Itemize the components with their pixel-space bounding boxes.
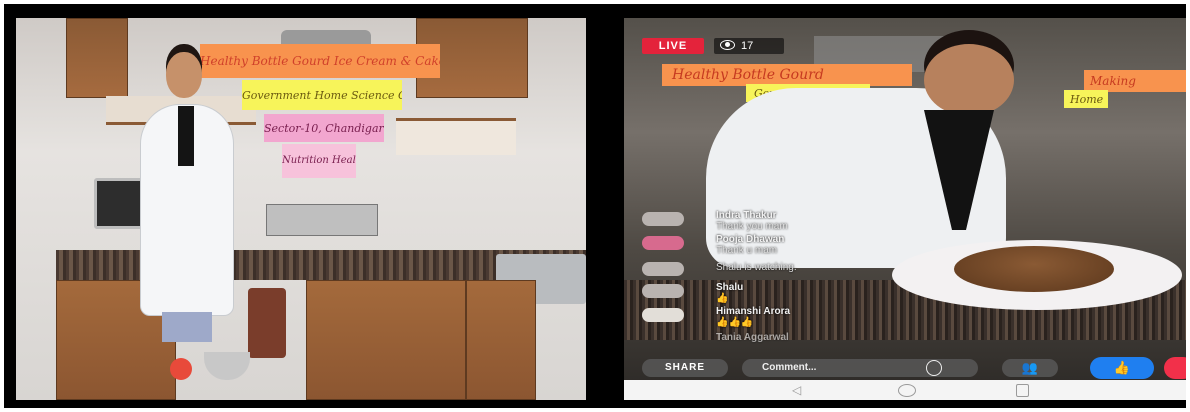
comment-text: 👍 <box>716 293 729 304</box>
presenter <box>134 42 244 342</box>
comment-text: Thank u mam <box>716 245 778 256</box>
kitchen-demo-photo: Healthy Bottle Gourd Ice Cream & Cake Ma… <box>16 18 586 400</box>
presenter-head <box>924 44 1014 116</box>
comment-item: Himanshi Arora 👍👍👍 <box>642 306 872 330</box>
comment-item: Pooja Dhawan Thank u mam <box>642 234 872 258</box>
cooking-utensils <box>166 318 296 400</box>
lower-cabinet <box>306 280 466 400</box>
live-stream-screenshot: Healthy Bottle Gourd Making Government H… <box>624 18 1186 400</box>
steel-bowl <box>204 352 250 380</box>
live-toolbar: SHARE Comment... 👥 👍 <box>624 356 1186 380</box>
comment-text: Thank you mam <box>716 221 788 232</box>
comment-author: Pooja Dhawan <box>716 234 785 245</box>
stream-title-sign: Healthy Bottle Gourd <box>662 64 912 86</box>
viewer-count: 17 <box>741 40 754 52</box>
comment-author: Himanshi Arora <box>716 306 791 317</box>
eye-icon <box>720 40 735 50</box>
home-icon[interactable] <box>898 384 916 397</box>
emoji-icon[interactable] <box>926 360 942 376</box>
gas-stove <box>266 204 378 236</box>
department-sign: Nutrition Health <box>282 144 356 178</box>
stream-college-sign-end: Home <box>1064 90 1108 108</box>
comment-item: Tania Aggarwal <box>642 332 872 356</box>
recent-apps-icon[interactable] <box>1016 384 1029 397</box>
presenter-head <box>166 52 202 98</box>
people-icon[interactable]: 👥 <box>1002 359 1058 377</box>
comment-author: Shalu <box>716 282 744 293</box>
avatar <box>642 212 684 226</box>
black-shirt <box>178 106 194 166</box>
avatar <box>642 262 684 276</box>
comment-item: Indra Thakur Thank you mam <box>642 210 872 234</box>
bottle-gourd-cake <box>954 246 1114 292</box>
comment-author: Tania Aggarwal <box>716 332 789 343</box>
comment-text: Shalu is watching. <box>716 262 797 273</box>
like-button[interactable]: 👍 <box>1090 357 1154 379</box>
comment-item: Shalu 👍 <box>642 282 872 306</box>
upper-cabinet <box>66 18 128 98</box>
avatar <box>642 236 684 250</box>
chimney-hood <box>281 30 371 44</box>
kitchen-shelf <box>396 118 516 155</box>
lower-cabinet <box>466 280 536 400</box>
viewer-count-badge: 17 <box>714 38 784 54</box>
avatar <box>642 308 684 322</box>
comment-item: Shalu is watching. <box>642 260 872 284</box>
share-button[interactable]: SHARE <box>642 359 728 377</box>
comment-author: Indra Thakur <box>716 210 777 221</box>
comment-input[interactable]: Comment... <box>742 359 978 377</box>
stream-title-sign-end: Making <box>1084 70 1186 92</box>
live-badge: LIVE <box>642 38 704 54</box>
android-nav-bar: ◁ <box>624 380 1186 400</box>
love-reaction-button[interactable] <box>1164 357 1186 379</box>
comment-text: 👍👍👍 <box>716 317 754 328</box>
back-icon[interactable]: ◁ <box>792 383 801 397</box>
college-sign: Government Home Science College <box>242 80 402 110</box>
avatar <box>642 284 684 298</box>
address-sign: Sector-10, Chandigarh <box>264 114 384 142</box>
measuring-cup <box>170 358 192 380</box>
